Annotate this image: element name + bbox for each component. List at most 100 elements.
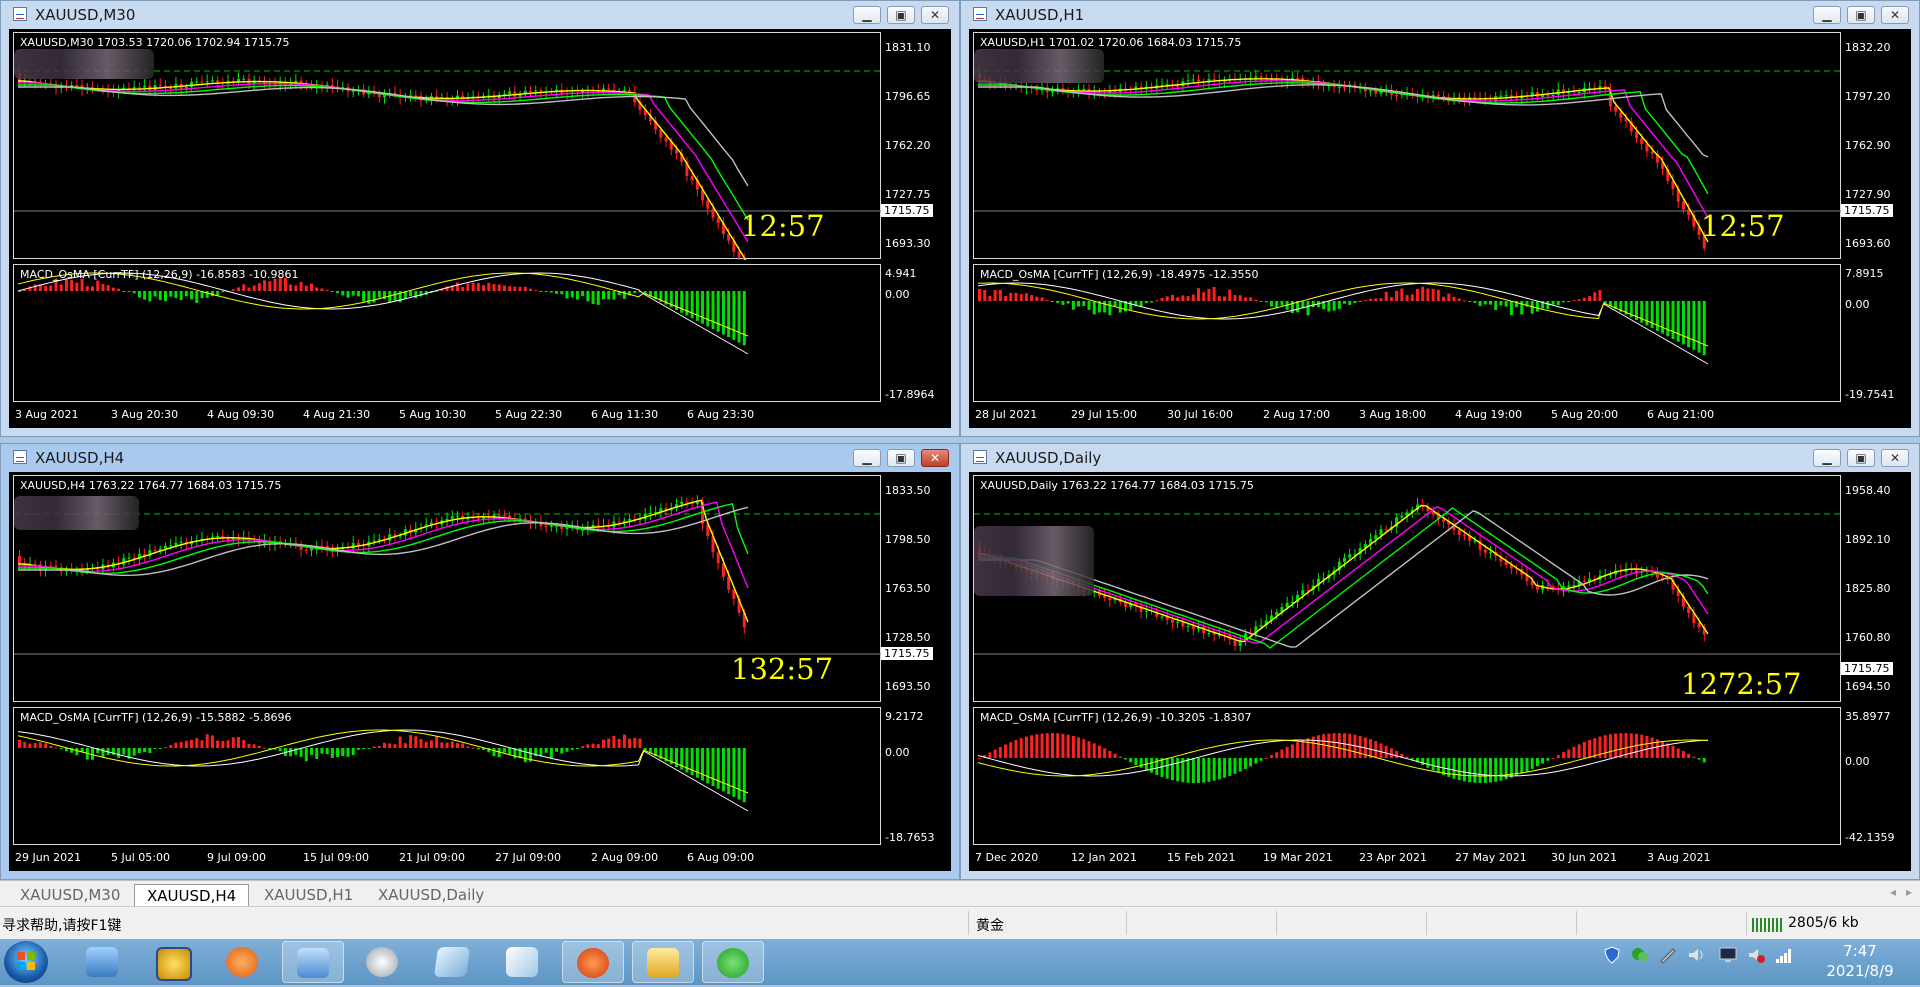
osma-bar <box>1014 292 1018 301</box>
osma-bar <box>1306 301 1310 316</box>
osma-bar <box>622 291 626 299</box>
osma-bar <box>1562 752 1565 758</box>
wechat-app-icon <box>717 948 749 978</box>
osma-bar <box>1661 301 1665 334</box>
osma-bar <box>1447 293 1451 301</box>
candle <box>1499 95 1503 97</box>
taskbar-app-paint[interactable] <box>492 941 554 983</box>
tray-pen-icon[interactable] <box>1658 945 1678 965</box>
osma-bar <box>1530 758 1534 769</box>
taskbar-app-dollar[interactable] <box>142 941 204 983</box>
window-titlebar[interactable]: XAUUSD,Daily ▁ ▣ ✕ <box>961 444 1919 472</box>
close-button[interactable]: ✕ <box>921 6 949 24</box>
candle <box>1483 549 1487 553</box>
tab-xauusd-daily[interactable]: XAUUSD,Daily <box>366 884 496 906</box>
minimize-button[interactable]: ▁ <box>1813 6 1841 24</box>
minimize-button[interactable]: ▁ <box>853 449 881 467</box>
chart-area[interactable]: XAUUSD,H1 1701.02 1720.06 1684.03 1715.7… <box>969 29 1911 428</box>
osma-bar <box>1546 758 1550 761</box>
osma-bar <box>440 742 444 748</box>
chart-area[interactable]: XAUUSD,H4 1763.22 1764.77 1684.03 1715.7… <box>9 472 951 871</box>
osma-bar <box>1452 296 1456 301</box>
minimize-button[interactable]: ▁ <box>1813 449 1841 467</box>
chart-area[interactable]: XAUUSD,M30 1703.53 1720.06 1702.94 1715.… <box>9 29 951 428</box>
osma-bar <box>1588 739 1592 758</box>
osma-bar <box>1223 758 1227 778</box>
tray-volume-icon[interactable] <box>1686 945 1706 965</box>
tray-shield-icon[interactable] <box>1602 945 1622 965</box>
taskbar-app-people[interactable] <box>72 941 134 983</box>
chart-window-m30[interactable]: XAUUSD,M30 ▁ ▣ ✕ XAUUSD,M30 1703.53 1720… <box>0 0 960 437</box>
osma-bar <box>1572 746 1576 758</box>
maximize-button[interactable]: ▣ <box>1847 6 1875 24</box>
status-help-text: 寻求帮助,请按F1键 <box>2 918 122 934</box>
candle <box>690 175 694 181</box>
tab-xauusd-h4[interactable]: XAUUSD,H4 <box>134 884 250 907</box>
chart-window-h4[interactable]: XAUUSD,H4 ▁ ▣ ✕ XAUUSD,H4 1763.22 1764.7… <box>0 443 960 880</box>
current-price-box: 1715.75 <box>1841 204 1893 217</box>
osma-bar <box>612 291 616 300</box>
tray-wechat-icon[interactable] <box>1630 945 1650 965</box>
osma-bar <box>701 291 705 324</box>
tray-mute-icon[interactable] <box>1746 945 1766 965</box>
candle <box>1462 534 1466 536</box>
tab-xauusd-h1[interactable]: XAUUSD,H1 <box>252 884 365 906</box>
start-button[interactable] <box>4 941 48 983</box>
oscillator-pane[interactable]: MACD_OsMA [CurrTF] (12,26,9) -16.8583 -1… <box>13 264 881 402</box>
taskbar-app-metatrader[interactable] <box>282 941 344 983</box>
taskbar-clock[interactable]: 7:47 2021/8/9 <box>1820 941 1900 981</box>
taskbar-app-wechat[interactable] <box>702 941 764 983</box>
oscillator-pane[interactable]: MACD_OsMA [CurrTF] (12,26,9) -18.4975 -1… <box>973 264 1841 402</box>
candle <box>195 81 199 83</box>
oscillator-pane[interactable]: MACD_OsMA [CurrTF] (12,26,9) -10.3205 -1… <box>973 707 1841 845</box>
taskbar-app-refresh[interactable] <box>212 941 274 983</box>
osma-bar <box>497 284 501 291</box>
maximize-button[interactable]: ▣ <box>887 6 915 24</box>
tray-monitor-icon[interactable] <box>1718 945 1738 965</box>
osma-bar <box>216 740 220 748</box>
osma-bar <box>476 283 480 291</box>
osma-bar <box>1024 736 1028 758</box>
osma-bar <box>721 291 725 335</box>
taskbar-app-notes[interactable] <box>422 941 484 983</box>
time-tick: 2 Aug 09:00 <box>591 851 659 864</box>
taskbar-app-explorer[interactable] <box>632 941 694 983</box>
tab-xauusd-m30[interactable]: XAUUSD,M30 <box>8 884 132 906</box>
osma-bar <box>602 291 605 300</box>
osma-bar <box>1045 300 1049 302</box>
taskbar-app-panda[interactable] <box>352 941 414 983</box>
window-titlebar[interactable]: XAUUSD,H1 ▁ ▣ ✕ <box>961 1 1919 29</box>
close-button[interactable]: ✕ <box>1881 449 1909 467</box>
chart-area[interactable]: XAUUSD,Daily 1763.22 1764.77 1684.03 171… <box>969 472 1911 871</box>
maximize-button[interactable]: ▣ <box>1847 449 1875 467</box>
time-tick: 5 Aug 20:00 <box>1551 408 1619 421</box>
tray-network-icon[interactable] <box>1774 945 1794 965</box>
tab-scroll-left-icon[interactable]: ◂ <box>1890 885 1896 899</box>
close-button[interactable]: ✕ <box>921 449 949 467</box>
osma-bar <box>1228 289 1232 301</box>
close-button[interactable]: ✕ <box>1881 6 1909 24</box>
osma-bar <box>993 290 997 301</box>
candle <box>664 137 668 142</box>
osma-bar <box>330 748 334 758</box>
osma-bar <box>570 291 574 298</box>
osma-bar <box>1520 758 1524 774</box>
chart-window-h1[interactable]: XAUUSD,H1 ▁ ▣ ✕ XAUUSD,H1 1701.02 1720.0… <box>960 0 1920 437</box>
chart-window-daily[interactable]: XAUUSD,Daily ▁ ▣ ✕ XAUUSD,Daily 1763.22 … <box>960 443 1920 880</box>
osma-bar <box>1504 301 1508 307</box>
window-titlebar[interactable]: XAUUSD,M30 ▁ ▣ ✕ <box>1 1 959 29</box>
osma-bar <box>1489 301 1492 305</box>
osma-bar <box>1655 301 1659 331</box>
oscillator-pane[interactable]: MACD_OsMA [CurrTF] (12,26,9) -15.5882 -5… <box>13 707 881 845</box>
candle <box>169 87 173 89</box>
window-titlebar[interactable]: XAUUSD,H4 ▁ ▣ ✕ <box>1 444 959 472</box>
taskbar-app-tomato[interactable] <box>562 941 624 983</box>
minimize-button[interactable]: ▁ <box>853 6 881 24</box>
people-app-icon <box>86 947 118 977</box>
osma-bar <box>978 288 981 301</box>
moving-average-line <box>978 78 1709 243</box>
clock-date: 2021/8/9 <box>1826 962 1894 980</box>
tab-scroll-right-icon[interactable]: ▸ <box>1906 885 1912 899</box>
maximize-button[interactable]: ▣ <box>887 449 915 467</box>
osma-bar <box>1343 733 1346 758</box>
